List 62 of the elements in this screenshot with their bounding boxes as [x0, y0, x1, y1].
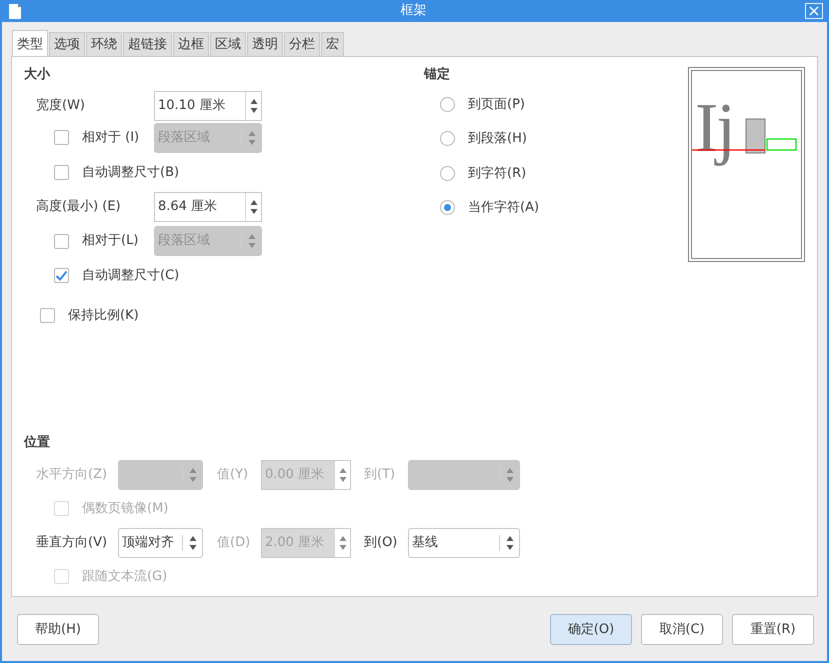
tab[interactable]: 宏	[321, 32, 344, 56]
spin-arrows-icon	[248, 233, 256, 249]
checkbox-label: 自动调整尺寸(B)	[82, 164, 180, 182]
tab[interactable]: 边框	[173, 32, 209, 56]
tab[interactable]: 超链接	[123, 32, 172, 56]
section-heading: 位置	[24, 434, 51, 452]
radio-label: 到段落(H)	[468, 130, 527, 148]
checkbox-label: 相对于(L)	[82, 232, 140, 250]
dropdown[interactable]: 顶端对齐	[118, 528, 203, 558]
field-label: 垂直方向(V)	[36, 534, 108, 552]
checkbox-label: 保持比例(K)	[68, 306, 139, 324]
checkbox[interactable]	[54, 268, 69, 284]
check-icon	[55, 270, 68, 282]
spin-arrows-icon	[506, 534, 514, 550]
tab[interactable]: 区域	[210, 32, 246, 56]
field-label: 水平方向(Z)	[36, 466, 108, 484]
checkbox-label: 偶数页镜像(M)	[82, 500, 168, 518]
checkbox-label: 自动调整尺寸(C)	[82, 267, 180, 285]
dropdown[interactable]: 基线	[408, 528, 520, 558]
document-icon	[8, 2, 22, 20]
radio-button[interactable]	[440, 200, 455, 216]
field-label: 值(Y)	[217, 466, 250, 484]
field-label: 宽度(W)	[36, 96, 86, 115]
tab[interactable]: 类型	[12, 30, 48, 56]
tab[interactable]: 环绕	[86, 32, 122, 56]
checkbox-label: 跟随文本流(G)	[82, 568, 168, 586]
field-label: 高度(最小) (E)	[36, 198, 122, 216]
radio-label: 到字符(R)	[468, 164, 526, 182]
radio-button[interactable]	[440, 166, 455, 181]
radio-button[interactable]	[440, 131, 455, 146]
checkbox[interactable]	[54, 164, 69, 180]
tab[interactable]: 透明	[247, 32, 283, 56]
spin-arrows-icon	[250, 98, 258, 114]
dialog-button[interactable]: 帮助(H)	[17, 614, 99, 645]
spin-arrows-icon	[188, 467, 196, 483]
radio-label: 到页面(P)	[468, 96, 525, 114]
radio-button[interactable]	[440, 96, 455, 112]
dialog-button[interactable]: 重置(R)	[732, 614, 814, 645]
checkbox-label: 相对于 (I)	[82, 128, 140, 147]
anchor-preview-drawing: Ij	[692, 90, 797, 167]
close-icon	[809, 6, 819, 16]
tab[interactable]: 分栏	[284, 32, 320, 56]
checkbox[interactable]	[40, 308, 55, 323]
spin-field[interactable]: 10.10 厘米	[154, 90, 262, 120]
field-label: 值(D)	[217, 534, 252, 552]
spin-arrows-icon	[188, 534, 196, 550]
dialog-button[interactable]: 取消(C)	[641, 614, 723, 645]
spin-arrows-icon	[506, 467, 514, 483]
close-button[interactable]	[805, 3, 823, 19]
radio-label: 当作字符(A)	[468, 199, 540, 217]
field-label: 到(O)	[364, 534, 398, 552]
field-label: 到(T)	[364, 466, 396, 484]
section-heading: 大小	[24, 66, 52, 84]
spin-arrows-icon	[338, 467, 346, 483]
spin-arrows-icon	[338, 534, 346, 550]
spin-field[interactable]: 8.64 厘米	[154, 192, 262, 222]
section-heading: 锚定	[424, 66, 451, 84]
window-title: 框架	[400, 2, 426, 20]
spin-arrows-icon	[248, 130, 256, 146]
dialog-button[interactable]: 确定(O)	[550, 614, 632, 645]
spin-arrows-icon	[250, 199, 258, 215]
tab[interactable]: 选项	[49, 32, 85, 56]
